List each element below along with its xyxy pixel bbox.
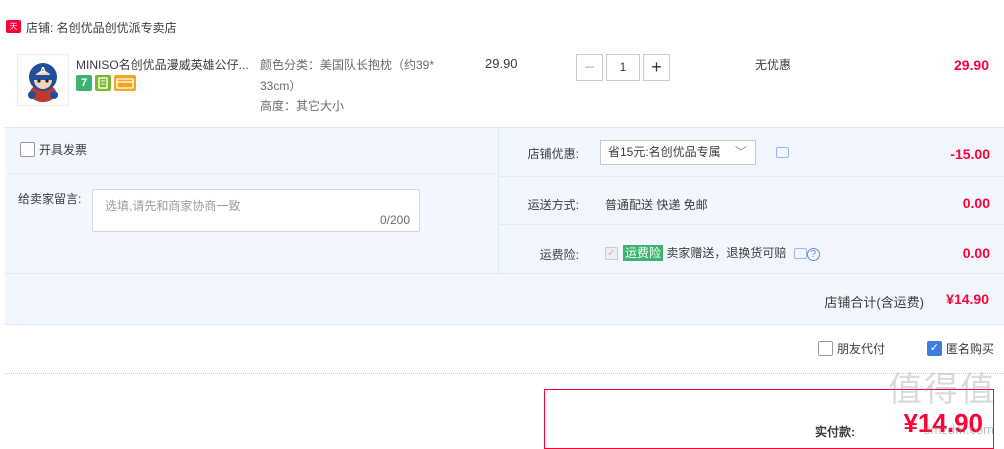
item-promo: 无优惠 [755,58,792,72]
item-subtotal: 29.90 [953,57,989,73]
seven-day-return-icon[interactable]: 7 [76,75,92,91]
friend-pay-checkbox[interactable] [818,341,833,356]
seller-note-label: 给卖家留言: [18,192,82,206]
watermark-url: smzdm.com [923,422,994,437]
seller-note-counter: 0/200 [379,213,410,227]
help-icon[interactable]: ? [806,248,820,261]
friend-pay-option[interactable]: 朋友代付 [818,340,885,357]
shop-discount-label: 店铺优惠: [527,147,579,161]
shop-discount-select[interactable]: 省15元:名创优品专属 ﹀ [600,140,756,165]
shop-header: 天猫 店铺: 名创优品创优派专卖店 [0,0,1004,50]
sku-color: 颜色分类：美国队长抱枕（约39* [260,58,435,72]
anonymous-option[interactable]: ✓ 匿名购买 [927,340,994,357]
invoice-checkbox[interactable] [20,142,35,157]
checkout-options: 朋友代付 ✓ 匿名购买 [0,340,1004,362]
captain-america-pillow-icon: A [28,63,58,102]
chat-icon[interactable] [776,147,789,158]
guarantee-icon[interactable] [95,75,111,91]
item-title-link[interactable]: MINISO名创优品漫威英雄公仔... [76,56,256,73]
insurance-amount: 0.00 [962,245,990,261]
quantity-input[interactable]: 1 [606,54,640,81]
quantity-stepper: − 1 + [576,54,670,81]
insurance-label: 运费险: [539,248,579,262]
insurance-info: ✓ 运费险 卖家赠送，退换货可赔 ? [605,244,820,261]
order-item-row: A MINISO名创优品漫威英雄公仔... 7 颜色分类：美国队长抱枕（约39*… [5,50,1004,127]
service-badges: 7 [76,75,136,91]
increase-qty-button[interactable]: + [643,54,670,81]
invoice-option[interactable]: 开具发票 [20,141,87,158]
shop-total-label: 店铺合计(含运费) [824,295,924,310]
panel-left: 开具发票 给卖家留言: 选填,请先和商家协商一致 0/200 [5,128,498,273]
decrease-qty-button[interactable]: − [576,54,603,81]
divider [5,373,1004,374]
insurance-text: 卖家赠送，退换货可赔 [666,246,787,260]
shipping-row: 运送方式: 普通配送 快递 免邮 0.00 [499,176,1004,224]
sku-color-cont: 33cm） [260,79,302,93]
tmall-icon: 天猫 [6,20,21,44]
invoice-label: 开具发票 [39,143,88,157]
shop-discount-amount: -15.00 [950,146,990,162]
credit-card-icon[interactable] [114,75,136,91]
anonymous-checkbox[interactable]: ✓ [927,341,942,356]
order-options-panel: 开具发票 给卖家留言: 选填,请先和商家协商一致 0/200 店铺优惠: 省15… [5,127,1004,325]
shipping-amount: 0.00 [962,195,990,211]
seller-note-input[interactable]: 选填,请先和商家协商一致 0/200 [92,189,420,232]
sku-size: 高度：其它大小 [260,99,345,113]
svg-text:A: A [40,66,47,75]
shop-total-value: ¥14.90 [946,291,989,307]
shop-discount-selected: 省15元:名创优品专属 [608,145,721,159]
anonymous-label: 匿名购买 [946,342,995,356]
watermark: 值得值 [888,371,996,409]
seller-note-placeholder: 选填,请先和商家协商一致 [105,199,241,213]
panel-right: 店铺优惠: 省15元:名创优品专属 ﹀ -15.00 运送方式: 普通配送 快递… [498,128,1004,273]
shop-discount-row: 店铺优惠: 省15元:名创优品专属 ﹀ -15.00 [499,128,1004,176]
insurance-tag: 运费险 [623,245,664,261]
shop-total-row: 店铺合计(含运费) ¥14.90 [5,273,1004,326]
friend-pay-label: 朋友代付 [837,342,886,356]
payment-label: 实付款: [815,425,855,439]
shipping-method: 普通配送 快递 免邮 [605,198,708,212]
insurance-checkbox: ✓ [605,247,618,261]
unit-price: 29.90 [485,56,518,71]
divider [5,173,498,174]
product-thumbnail[interactable]: A [17,54,69,106]
chat-icon[interactable] [793,248,807,260]
chevron-down-icon: ﹀ [734,145,747,159]
insurance-row: 运费险: ✓ 运费险 卖家赠送，退换货可赔 ? 0.00 [499,224,1004,272]
shop-name-link[interactable]: 店铺: 名创优品创优派专卖店 [26,19,177,36]
shipping-label: 运送方式: [527,198,579,212]
